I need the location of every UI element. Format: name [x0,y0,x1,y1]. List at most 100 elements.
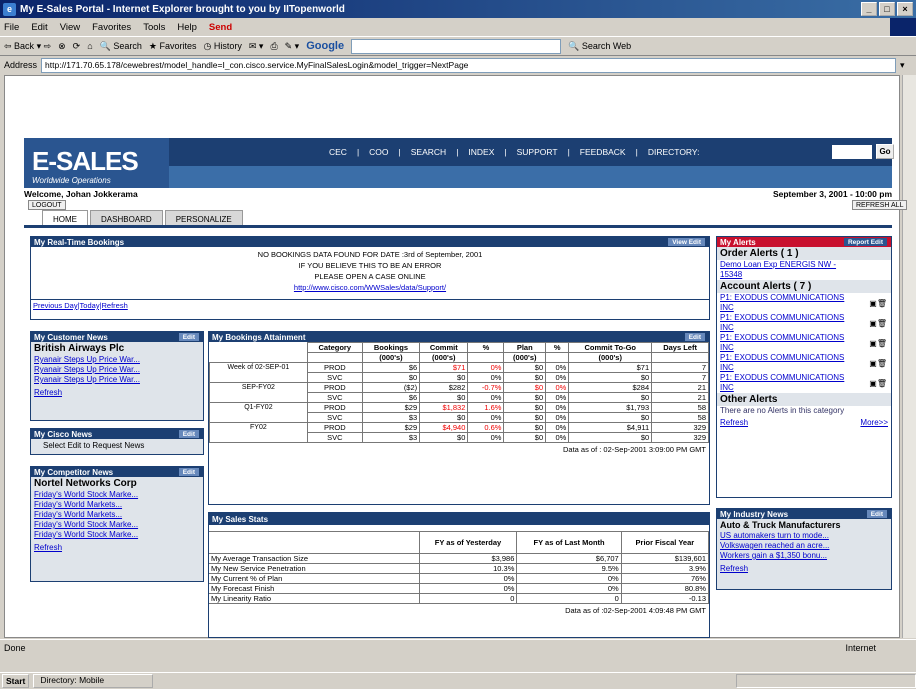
address-dropdown-icon[interactable]: ▾ [900,60,905,71]
alert-action-icon[interactable]: ▣🗑 [869,339,891,348]
alert-action-icon[interactable]: ▣🗑 [869,379,891,388]
edit-icon[interactable]: ✎ ▾ [285,41,300,52]
table-cell: $0 [419,432,469,443]
maximize-icon[interactable]: □ [879,2,895,16]
refresh-link[interactable]: Refresh [717,564,891,574]
more-link[interactable]: More>> [860,418,888,427]
history-button[interactable]: ◷ History [204,41,242,52]
search-button[interactable]: 🔍 Search [100,41,142,52]
print-icon[interactable]: ⎙ [270,41,277,52]
refresh-all-button[interactable]: REFRESH ALL [852,200,908,210]
menu-favorites[interactable]: Favorites [92,22,131,33]
refresh-link[interactable]: Refresh [31,543,203,553]
go-button[interactable]: Go [876,144,894,159]
edit-button[interactable]: Edit [178,468,199,476]
tab-dashboard[interactable]: DASHBOARD [90,210,163,225]
view-edit-button[interactable]: View Edit [668,238,705,246]
news-link[interactable]: Ryanair Steps Up Price War... [31,355,203,365]
news-link[interactable]: Friday's World Stock Marke... [31,520,203,530]
address-input[interactable]: http://171.70.65.178/cewebrest/model_han… [41,57,897,73]
news-link[interactable]: Ryanair Steps Up Price War... [31,365,203,375]
alert-action-icon[interactable]: ▣🗑 [869,299,891,308]
favorites-button[interactable]: ★ Favorites [149,41,197,52]
nav-search[interactable]: SEARCH [411,147,446,157]
menu-tools[interactable]: Tools [143,22,165,33]
address-url: http://171.70.65.178/cewebrest/model_han… [45,60,469,70]
nav-coo[interactable]: COO [369,147,388,157]
table-cell: $0 [419,372,469,383]
vertical-scrollbar[interactable] [902,75,916,638]
table-cell: $6,707 [516,553,622,564]
alert-action-icon[interactable]: ▣🗑 [869,359,891,368]
tab-home[interactable]: HOME [42,210,88,225]
edit-button[interactable]: Edit [178,430,199,438]
menu-send[interactable]: Send [209,22,232,33]
mail-icon[interactable]: ✉ ▾ [249,41,264,52]
menu-edit[interactable]: Edit [31,22,47,33]
panel-header: My Real-Time Bookings View Edit [31,237,709,247]
unit-cell [467,352,505,363]
table-cell: $139,601 [620,553,710,564]
news-link[interactable]: Ryanair Steps Up Price War... [31,375,203,385]
logout-button[interactable]: LOGOUT [28,200,66,210]
directory-input[interactable] [832,145,872,159]
taskbar-item[interactable]: Directory: Mobile [33,674,154,688]
nav-cec[interactable]: CEC [329,147,347,157]
edit-button[interactable]: Edit [178,333,199,341]
account-alert-link[interactable]: P1: EXODUS COMMUNICATIONS INC [717,373,855,393]
table-cell: 0% [545,372,570,383]
news-link[interactable]: Workers gain a $1,350 bonu... [717,551,891,561]
menu-file[interactable]: File [4,22,19,33]
menu-view[interactable]: View [60,22,80,33]
unit-cell: (000's) [361,352,421,363]
account-alert-link[interactable]: P1: EXODUS COMMUNICATIONS INC [717,313,855,333]
tab-personalize[interactable]: PERSONALIZE [164,210,243,225]
report-edit-button[interactable]: Report Edit [843,238,887,246]
alert-action-icon[interactable]: ▣🗑 [869,319,891,328]
account-alert-link[interactable]: P1: EXODUS COMMUNICATIONS INC [717,293,855,313]
news-link[interactable]: Friday's World Stock Marke... [31,490,203,500]
search-web-button[interactable]: 🔍 Search Web [568,41,631,52]
window-titlebar: e My E-Sales Portal - Internet Explorer … [0,0,916,18]
refresh-icon[interactable]: ⟳ [73,41,81,52]
google-search-input[interactable] [351,38,562,54]
order-alert-link[interactable]: Demo Loan Exp ENERGIS NW - 15348 [717,260,855,280]
table-cell: $6 [361,392,421,403]
news-link[interactable]: Friday's World Markets... [31,500,203,510]
home-icon[interactable]: ⌂ [87,41,92,51]
table-cell: 1.6% [467,402,505,413]
nav-support[interactable]: SUPPORT [517,147,558,157]
minimize-icon[interactable]: _ [861,2,877,16]
col-header: Commit To-Go [568,342,653,353]
close-icon[interactable]: × [897,2,913,16]
support-link[interactable]: http://www.cisco.com/WWSales/data/Suppor… [31,282,709,293]
nav-index[interactable]: INDEX [468,147,494,157]
col-header: FY as of Last Month [516,531,622,554]
menu-help[interactable]: Help [177,22,197,33]
nav-feedback[interactable]: FEEDBACK [580,147,626,157]
table-cell: PROD [306,422,363,433]
table-cell: SVC [306,372,363,383]
news-link[interactable]: Friday's World Stock Marke... [31,530,203,540]
stop-icon[interactable]: ⊗ [58,41,66,52]
account-alert-link[interactable]: P1: EXODUS COMMUNICATIONS INC [717,353,855,373]
account-alert-link[interactable]: P1: EXODUS COMMUNICATIONS INC [717,333,855,353]
day-nav-links[interactable]: Previous Day|Today|Refresh [31,299,709,311]
news-link[interactable]: Friday's World Markets... [31,510,203,520]
edit-button[interactable]: Edit [866,510,887,518]
col-header [210,343,308,353]
back-button[interactable]: ⇦ Back ▾ ⇨ [4,41,51,52]
news-link[interactable]: US automakers turn to mode... [717,531,891,541]
refresh-link[interactable]: Refresh [720,418,748,427]
news-link[interactable]: Volkswagen reached an acre... [717,541,891,551]
window-title: My E-Sales Portal - Internet Explorer br… [20,3,345,15]
nav-sep: | [398,147,401,157]
edit-button[interactable]: Edit [684,333,705,341]
competitor-news-panel: My Competitor News Edit Nortel Networks C… [30,466,204,582]
table-cell: My New Service Penetration [209,563,420,574]
table-header-row: Category Bookings Commit % Plan % Commit… [210,342,709,353]
table-cell: SVC [306,432,363,443]
refresh-link[interactable]: Refresh [31,388,203,398]
logo-area: E-SALES Worldwide Operations [24,138,169,188]
start-button[interactable]: Start [2,674,30,688]
